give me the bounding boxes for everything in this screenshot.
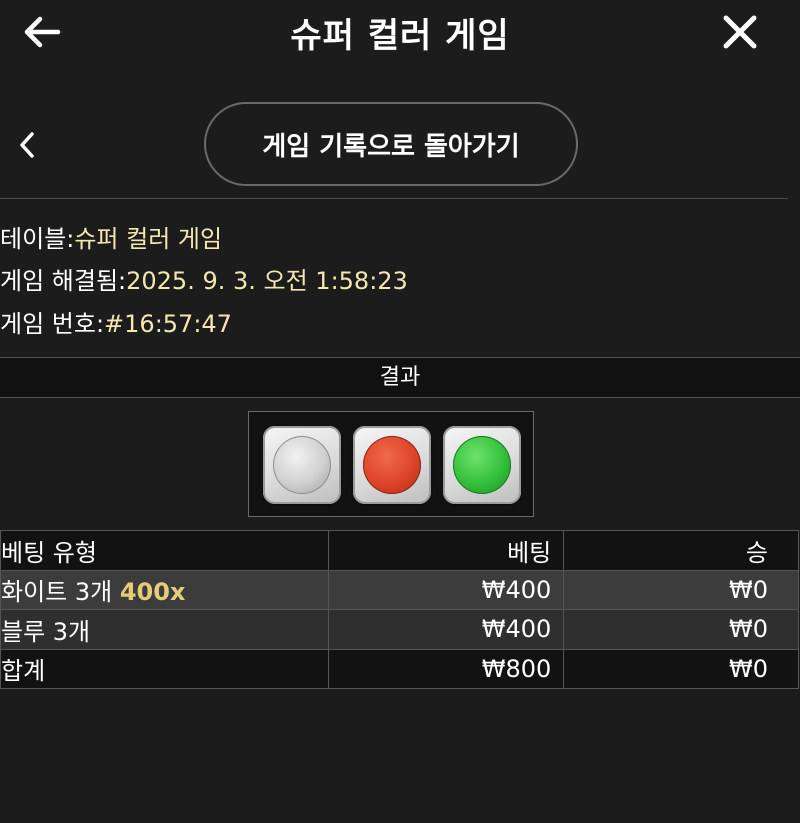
result-heading: 결과 [0, 357, 800, 398]
divider [0, 198, 788, 199]
white-ball-icon [273, 436, 331, 494]
bet-amount: ₩400 [327, 609, 565, 650]
red-die [353, 426, 431, 504]
table-value: 슈퍼 컬러 게임 [74, 225, 223, 253]
resolved-info: 게임 해결됨:2025. 9. 3. 오전 1:58:23 [0, 261, 408, 296]
multiplier: 400x [119, 578, 186, 607]
table-total-row: 합계 ₩800 ₩0 [0, 648, 799, 689]
win-amount: ₩0 [563, 569, 799, 610]
red-ball-icon [363, 436, 421, 494]
game-number-label: 게임 번호: [0, 310, 105, 338]
game-number-value: #16:57:47 [104, 310, 232, 338]
page-title: 슈퍼 컬러 게임 [290, 16, 510, 56]
bet-type: 화이트 3개 [1, 578, 113, 607]
bet-type-cell: 블루 3개 [0, 609, 329, 650]
green-ball-icon [453, 436, 511, 494]
back-to-history-button[interactable]: 게임 기록으로 돌아가기 [204, 102, 578, 186]
bet-type: 블루 3개 [1, 617, 91, 646]
bet-amount: ₩400 [327, 569, 565, 610]
result-dice [248, 411, 534, 517]
table-header-row: 베팅 유형 베팅 승 [0, 530, 799, 571]
table-row: 화이트 3개 400x ₩400 ₩0 [0, 569, 799, 610]
close-icon[interactable] [720, 12, 760, 52]
resolved-value: 2025. 9. 3. 오전 1:58:23 [126, 267, 408, 295]
chevron-left-icon[interactable] [14, 128, 40, 162]
bet-type-cell: 화이트 3개 400x [0, 569, 329, 610]
game-number-info: 게임 번호:#16:57:47 [0, 304, 232, 339]
total-label: 합계 [0, 648, 329, 689]
total-bet: ₩800 [327, 648, 565, 689]
white-die [263, 426, 341, 504]
win-amount: ₩0 [563, 609, 799, 650]
header: 슈퍼 컬러 게임 [0, 0, 800, 66]
bet-table: 베팅 유형 베팅 승 화이트 3개 400x ₩400 ₩0 블루 3개 ₩40… [0, 530, 799, 689]
col-bet-type: 베팅 유형 [0, 530, 329, 571]
table-label: 테이블: [0, 225, 75, 253]
green-die [443, 426, 521, 504]
total-win: ₩0 [563, 648, 799, 689]
col-bet: 베팅 [327, 530, 565, 571]
game-detail-page: 슈퍼 컬러 게임 게임 기록으로 돌아가기 테이블:슈퍼 컬러 게임 게임 해결… [0, 0, 800, 823]
resolved-label: 게임 해결됨: [0, 267, 127, 295]
table-row: 블루 3개 ₩400 ₩0 [0, 609, 799, 650]
table-info: 테이블:슈퍼 컬러 게임 [0, 219, 222, 254]
col-win: 승 [563, 530, 799, 571]
